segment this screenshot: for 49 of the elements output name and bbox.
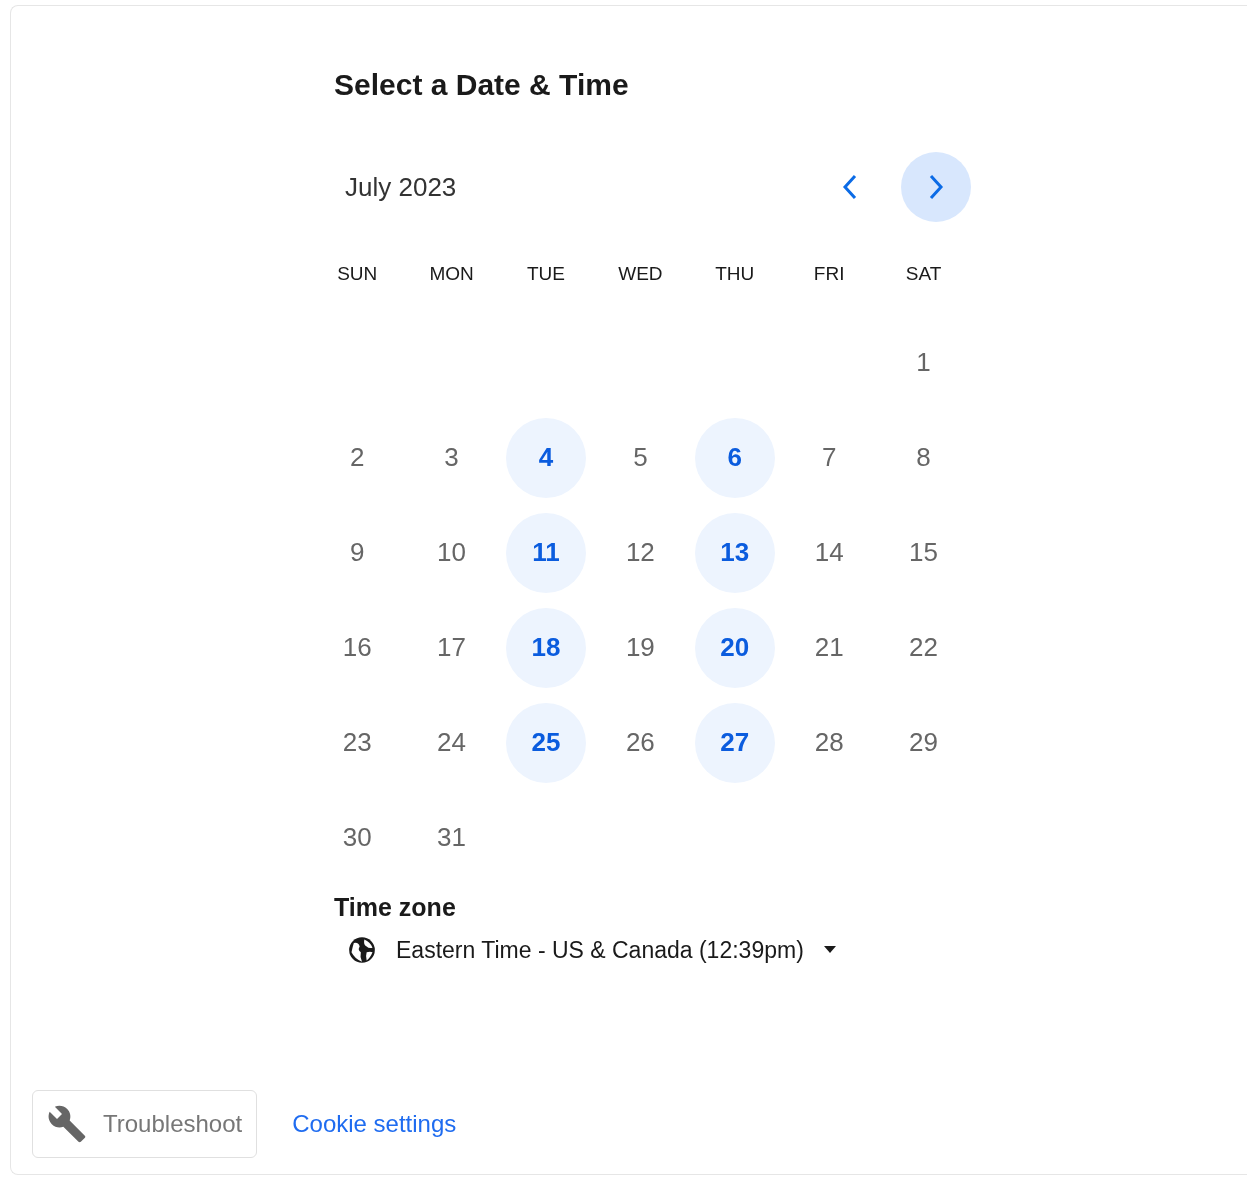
date-number: 2	[348, 441, 366, 474]
date-number: 24	[436, 726, 468, 759]
date-number: 7	[820, 441, 838, 474]
date-number: 16	[341, 631, 373, 664]
date-number: 31	[436, 821, 468, 854]
date-number: 5	[632, 441, 649, 474]
weekday-label: WED	[617, 262, 664, 286]
available-date[interactable]: 11	[505, 512, 586, 593]
date-number: 8	[915, 441, 932, 474]
caret-icon	[823, 946, 836, 954]
troubleshoot-button[interactable]: Troubleshoot	[32, 1090, 258, 1158]
date-number: 23	[341, 726, 373, 759]
available-date[interactable]: 25	[505, 702, 586, 783]
date-number: 19	[624, 631, 656, 664]
date-number: 22	[908, 631, 939, 664]
wrench-icon	[47, 1104, 87, 1144]
weekday-label: TUE	[525, 262, 566, 286]
month-label: July 2023	[345, 171, 458, 203]
available-date[interactable]: 20	[694, 607, 775, 688]
date-number: 10	[436, 536, 468, 569]
available-date[interactable]: 27	[694, 702, 775, 783]
available-date[interactable]: 13	[694, 512, 775, 593]
time-zone-dropdown[interactable]: Eastern Time - US & Canada (12:39pm)	[348, 936, 836, 964]
date-number: 14	[813, 536, 845, 569]
weekday-label: MON	[428, 262, 475, 286]
time-zone-label: Time zone	[334, 893, 457, 922]
date-number: 29	[908, 726, 939, 759]
available-date[interactable]: 18	[505, 607, 586, 688]
date-number: 12	[624, 536, 656, 569]
date-number: 3	[443, 441, 460, 474]
date-number: 28	[813, 726, 845, 759]
date-number: 26	[624, 726, 656, 759]
weekday-label: SAT	[904, 262, 943, 286]
weekday-label: FRI	[812, 262, 846, 286]
weekday-label: THU	[714, 262, 756, 286]
globe-icon	[348, 936, 376, 964]
date-number: 15	[908, 536, 939, 569]
chevron-right-icon	[927, 173, 945, 201]
weekday-label: SUN	[336, 262, 379, 286]
date-number: 30	[341, 821, 373, 854]
page-title: Select a Date & Time	[334, 68, 630, 102]
date-number: 1	[915, 346, 932, 379]
chevron-left-icon	[841, 173, 859, 201]
date-number: 9	[348, 536, 366, 569]
date-number: 21	[813, 631, 845, 664]
available-date[interactable]: 6	[694, 417, 775, 498]
date-number: 17	[436, 631, 468, 664]
cookie-settings-link[interactable]: Cookie settings	[292, 1110, 457, 1138]
available-date[interactable]: 4	[505, 417, 586, 498]
